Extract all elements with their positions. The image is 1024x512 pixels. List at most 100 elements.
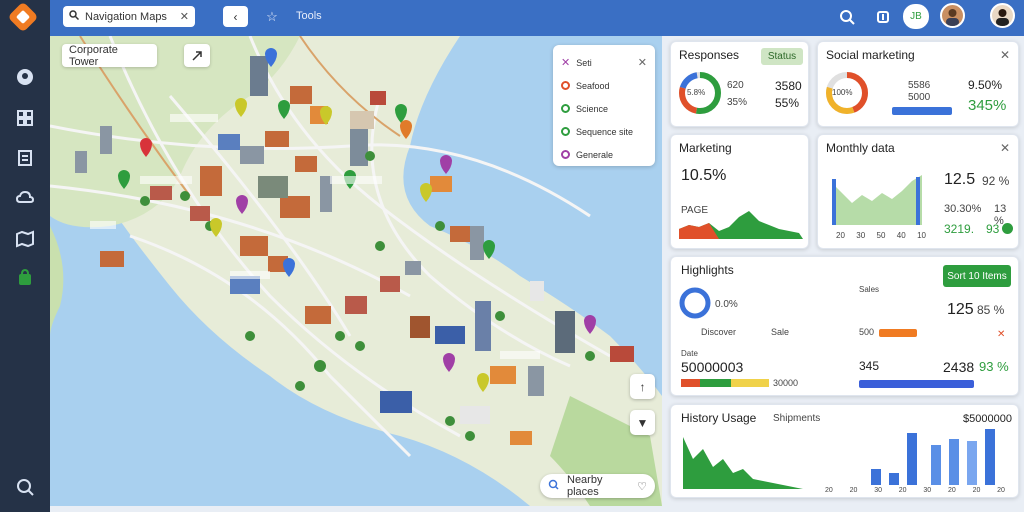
- filter-icon[interactable]: ▼: [630, 410, 655, 435]
- search-input[interactable]: Navigation Maps ✕: [63, 6, 195, 27]
- axis-tick: 20: [825, 487, 833, 494]
- account-badge[interactable]: JB: [903, 4, 929, 29]
- legend-item-label: Science: [576, 103, 609, 114]
- legend-close-icon[interactable]: ✕: [561, 56, 570, 69]
- status-button[interactable]: Status: [761, 48, 803, 65]
- axis-tick: 20: [849, 487, 858, 494]
- search-top-icon[interactable]: [835, 6, 859, 27]
- layers-icon: [630, 440, 655, 460]
- legend-item[interactable]: Seafood: [561, 74, 647, 97]
- star-icon[interactable]: ☆: [262, 6, 282, 27]
- highlights-card: Highlights Sort 10 Items 0.0% Sales Disc…: [670, 256, 1019, 396]
- card-title: Marketing: [679, 141, 732, 155]
- monthly-area-chart: [832, 175, 922, 225]
- axis-tick: 20: [997, 487, 1005, 494]
- monthly-axis: 20 30 50 40 10: [836, 231, 926, 240]
- big-number: 50000003: [681, 359, 744, 375]
- monthly-card: Monthly data ✕ 20 30 50 40 10 12.5 92 % …: [817, 134, 1019, 249]
- avatar[interactable]: [940, 3, 965, 28]
- history-area-chart: [683, 437, 803, 489]
- stat-value: 3580: [775, 79, 802, 93]
- location-icon[interactable]: [13, 65, 37, 89]
- sidebar: [0, 0, 50, 512]
- monthly-pct: 93: [986, 222, 1000, 236]
- legend-item-label: Generale: [576, 149, 614, 160]
- monthly-value: 12.5: [944, 171, 976, 188]
- card-title: Social marketing: [826, 48, 915, 62]
- tools-label[interactable]: Tools: [296, 10, 322, 22]
- close-icon[interactable]: ✕: [1000, 141, 1010, 155]
- legend-item[interactable]: Science: [561, 97, 647, 120]
- navigate-icon[interactable]: [184, 44, 210, 67]
- map-legend: ✕ Seti ✕ Seafood Science Sequence site G…: [553, 45, 655, 166]
- history-axis: 20 20 30 20 30 20 20 20: [825, 487, 1005, 494]
- monthly-value: 3219.: [944, 222, 975, 236]
- blue-progress-bar: [859, 380, 974, 388]
- discover-label: Discover: [701, 327, 737, 337]
- bag-icon[interactable]: [13, 266, 37, 290]
- segmented-bar: [681, 379, 769, 387]
- stat-value: 9.50%: [968, 78, 1003, 92]
- legend-dot-icon: [561, 81, 570, 90]
- legend-dismiss-icon[interactable]: ✕: [638, 56, 647, 69]
- value-345: 345: [859, 359, 880, 373]
- map-icon[interactable]: [13, 227, 37, 251]
- axis-tick: 20: [972, 487, 981, 494]
- history-value: $5000000: [963, 413, 1012, 425]
- zoom-search-icon[interactable]: [13, 475, 37, 499]
- marketing-area-chart: [679, 211, 803, 239]
- legend-dot-icon: [561, 104, 570, 113]
- legend-item[interactable]: Sequence site: [561, 120, 647, 143]
- highlight-pct: 85 %: [977, 303, 1005, 317]
- monthly-value: 30.30%: [944, 203, 982, 215]
- donut-label: 5.8%: [687, 88, 706, 97]
- close-icon[interactable]: ✕: [1000, 48, 1010, 62]
- axis-tick: 20: [836, 231, 845, 240]
- axis-tick: 30: [923, 487, 932, 494]
- social-progress-bar: [892, 107, 952, 115]
- history-subtitle: Shipments: [773, 413, 821, 424]
- history-card: History Usage Shipments $5000000 20 20 3…: [670, 404, 1019, 498]
- row-label: 500: [859, 327, 875, 337]
- grid-icon[interactable]: [13, 106, 37, 130]
- stat-label: 620: [727, 80, 744, 91]
- highlight-value: 125: [947, 301, 974, 318]
- legend-item-label: Seafood: [576, 80, 610, 91]
- share-icon[interactable]: [872, 6, 894, 27]
- marketing-card: Marketing 10.5% PAGE: [670, 134, 809, 249]
- search-icon: [69, 10, 80, 23]
- nearby-chip[interactable]: Nearby places ♡: [540, 474, 655, 498]
- axis-tick: 20: [947, 487, 956, 494]
- card-title: Monthly data: [826, 141, 895, 155]
- avatar-second[interactable]: [990, 3, 1015, 28]
- stat-value: 345%: [968, 97, 1007, 114]
- compass-icon[interactable]: ↑: [630, 374, 655, 399]
- axis-tick: 50: [876, 231, 886, 240]
- location-chip[interactable]: Corporate Tower: [62, 44, 157, 68]
- value-pct: 93 %: [979, 359, 1009, 374]
- document-icon[interactable]: [13, 146, 37, 170]
- clear-search-icon[interactable]: ✕: [180, 10, 189, 23]
- cloud-icon[interactable]: [13, 186, 37, 210]
- legend-title: Seti: [576, 57, 592, 68]
- back-button[interactable]: ‹: [223, 6, 248, 27]
- heart-icon[interactable]: ♡: [637, 480, 647, 493]
- check-icon: [1002, 223, 1013, 234]
- card-title: History Usage: [681, 411, 757, 425]
- stat-value: 55%: [775, 96, 800, 110]
- legend-header: ✕ Seti ✕: [561, 51, 647, 74]
- history-bar-chart: [871, 429, 995, 485]
- app-logo[interactable]: [7, 1, 39, 33]
- legend-item[interactable]: Generale: [561, 143, 647, 166]
- axis-tick: 30: [874, 487, 882, 494]
- search-text: Navigation Maps: [85, 10, 167, 23]
- marketing-value: 10.5%: [681, 167, 727, 184]
- responses-card: Responses Status 5.8% 620 3580 35% 55%: [670, 41, 809, 127]
- card-title: Responses: [679, 48, 740, 62]
- date-label: Date: [681, 349, 698, 358]
- legend-value: 30000: [773, 378, 799, 388]
- search-small-icon: [548, 479, 559, 493]
- close-small-icon[interactable]: ✕: [997, 329, 1005, 340]
- monthly-pct: 92 %: [982, 174, 1010, 188]
- sort-button[interactable]: Sort 10 Items: [943, 265, 1011, 287]
